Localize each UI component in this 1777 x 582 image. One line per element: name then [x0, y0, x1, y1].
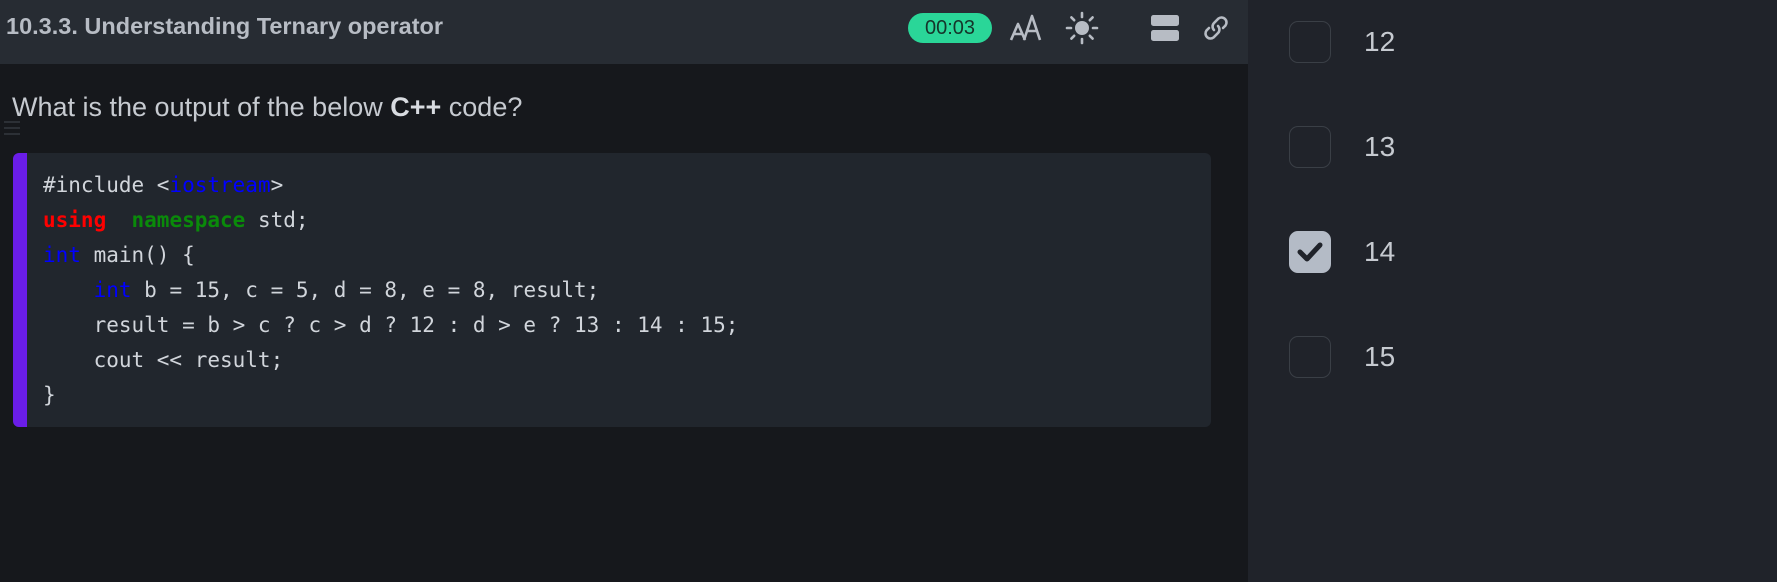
- code-token: #include <: [43, 173, 170, 197]
- code-line: cout << result;: [43, 343, 738, 378]
- code-line: }: [43, 378, 738, 413]
- code-block: #include <iostream> using namespace std; i…: [13, 153, 1211, 427]
- font-size-icon[interactable]: [1009, 10, 1045, 46]
- option-label: 15: [1364, 341, 1396, 372]
- code-token: main() {: [80, 243, 195, 267]
- code-accent-bar: [13, 153, 27, 427]
- code-listing: #include <iostream> using namespace std; i…: [43, 168, 738, 413]
- option-checkbox[interactable]: [1289, 21, 1331, 63]
- question-language: C++: [390, 92, 442, 122]
- question-suffix: code?: [441, 92, 523, 122]
- code-line: result = b > c ? c > d ? 12 : d > e ? 13…: [43, 308, 739, 343]
- code-line: int main() {: [43, 238, 738, 273]
- code-token: iostream: [169, 173, 271, 197]
- code-line: using namespace std;: [43, 203, 738, 238]
- code-line: #include <iostream>: [43, 168, 738, 203]
- option-14[interactable]: 14: [1289, 229, 1689, 275]
- code-token: int: [43, 243, 81, 267]
- code-token: using: [43, 208, 107, 232]
- code-token: >: [270, 173, 284, 197]
- timer-badge: 00:03: [908, 13, 992, 43]
- split-layout-icon[interactable]: [1147, 10, 1183, 46]
- menu-icon[interactable]: [3, 118, 21, 138]
- code-token: }: [43, 383, 56, 407]
- code-token: namespace: [131, 208, 246, 232]
- code-token: b = 15, c = 5, d = 8, e = 8, result;: [131, 278, 600, 302]
- options-pane: 12 13 14 15: [1248, 0, 1777, 582]
- option-15[interactable]: 15: [1289, 334, 1689, 380]
- checkmark-icon: [1297, 242, 1323, 262]
- code-token: result = b > c ? c > d ? 12 : d > e ? 13…: [43, 313, 739, 337]
- option-12[interactable]: 12: [1289, 19, 1689, 65]
- code-token: cout << result;: [43, 348, 284, 372]
- option-checkbox[interactable]: [1289, 231, 1331, 273]
- question-text: What is the output of the below C++ code…: [12, 92, 522, 123]
- page-title: 10.3.3. Understanding Ternary operator: [6, 13, 444, 39]
- code-line: int b = 15, c = 5, d = 8, e = 8, result;: [43, 273, 738, 308]
- code-token: std;: [245, 208, 309, 232]
- option-checkbox[interactable]: [1289, 336, 1331, 378]
- code-token: int: [93, 278, 132, 302]
- option-checkbox[interactable]: [1289, 126, 1331, 168]
- option-label: 14: [1364, 236, 1396, 267]
- question-prefix: What is the output of the below: [12, 92, 391, 122]
- header-bar: 10.3.3. Understanding Ternary operator 0…: [0, 0, 1248, 64]
- question-pane: 10.3.3. Understanding Ternary operator 0…: [0, 0, 1248, 582]
- sun-icon[interactable]: [1064, 10, 1100, 46]
- option-label: 13: [1364, 131, 1396, 162]
- option-label: 12: [1364, 26, 1396, 57]
- option-13[interactable]: 13: [1289, 124, 1689, 170]
- link-icon[interactable]: [1198, 10, 1234, 46]
